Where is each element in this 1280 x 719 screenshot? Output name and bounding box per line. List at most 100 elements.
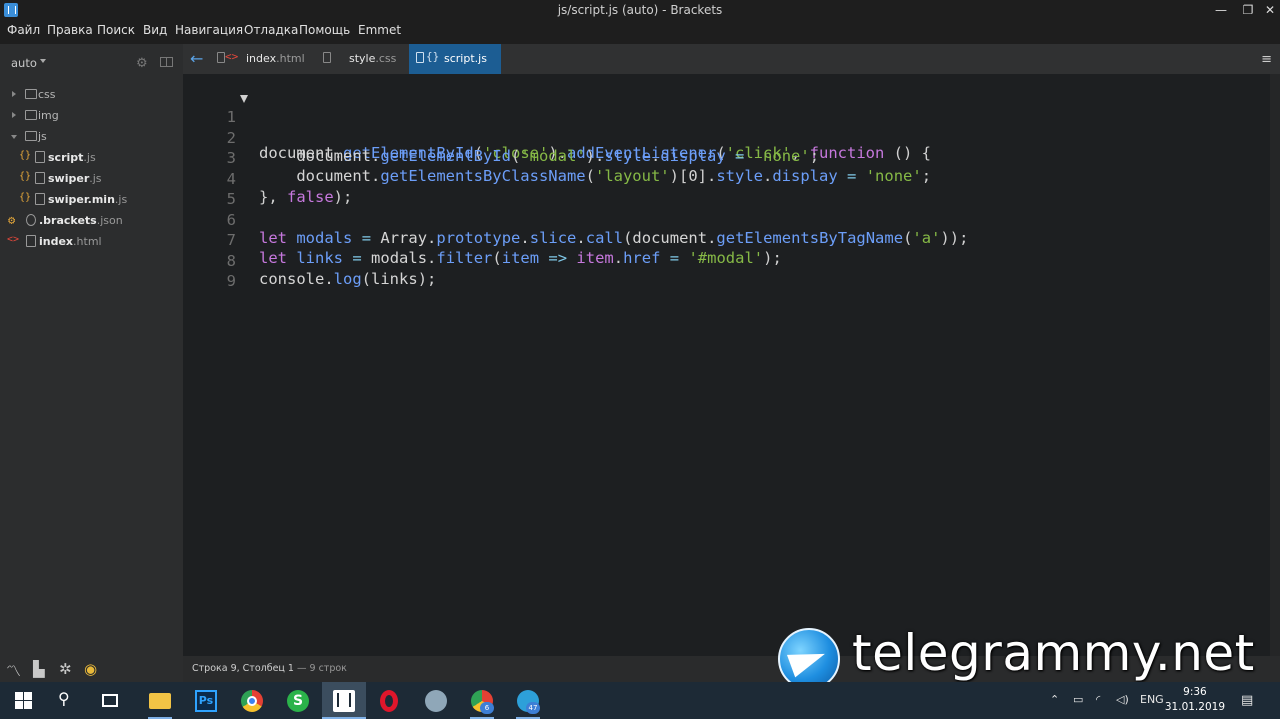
language-indicator[interactable]: ENG (1140, 693, 1164, 706)
eye-icon[interactable]: ◉ (84, 660, 97, 678)
tree-item-label: script.js (48, 151, 96, 164)
tree-folder-js[interactable]: js (0, 127, 183, 148)
menu-bar: Файл Правка Поиск Вид Навигация Отладка … (0, 20, 1280, 44)
volume-icon[interactable]: ◁) (1116, 693, 1129, 706)
code-line: 7 let links = modals.filter(item => item… (183, 213, 782, 267)
tree-item-label: css (38, 88, 56, 101)
menu-find[interactable]: Поиск (97, 23, 135, 37)
brackets-taskbar-icon[interactable] (333, 690, 355, 712)
file-icon (26, 214, 36, 226)
live-preview-chart-icon[interactable]: 〽 (6, 660, 21, 681)
notification-badge: 6 (480, 702, 494, 714)
wifi-icon[interactable]: ◜ (1096, 693, 1100, 706)
code-text: let links = modals.filter(item => item.h… (259, 249, 782, 267)
gear-icon[interactable]: ⚙ (136, 56, 148, 71)
notifications-icon[interactable]: ▤ (1241, 693, 1253, 708)
gear-icon: ⚙ (8, 213, 16, 227)
minimize-button[interactable]: — (1206, 1, 1236, 19)
clock-date: 31.01.2019 (1164, 701, 1225, 713)
code-line: 6 let modals = Array.prototype.slice.cal… (183, 193, 969, 247)
tab-script-js[interactable]: {} script.js (409, 44, 501, 74)
tree-folder-css[interactable]: css (0, 85, 183, 106)
photoshop-icon[interactable]: Ps (195, 690, 217, 712)
taskbar: ⚲ Ps S 6 47 ⌃ ▭ ◜ ◁) ENG 9:36 31.01.2019… (0, 682, 1280, 719)
fold-arrow-icon[interactable] (240, 95, 248, 103)
magic-wand-icon[interactable]: ✲ (59, 660, 72, 678)
menu-edit[interactable]: Правка (47, 23, 93, 37)
code-editor[interactable]: 1 document.getElementById('close').addEv… (183, 74, 1270, 656)
tree-file-swiper-min-js[interactable]: {} swiper.min.js (0, 190, 183, 211)
file-icon (35, 151, 45, 163)
task-view-icon[interactable] (102, 694, 118, 707)
file-icon (26, 235, 36, 247)
tab-label: script.js (444, 52, 487, 65)
js-file-icon: {} (19, 150, 32, 161)
tab-bar: ← <> index.html style.css {} script.js ≡ (183, 44, 1280, 74)
clock[interactable]: 9:36 31.01.2019 (1165, 685, 1225, 715)
menu-navigate[interactable]: Навигация (175, 23, 243, 37)
code-line: 8 console.log(links); (183, 234, 437, 288)
file-icon (416, 52, 424, 63)
menu-file[interactable]: Файл (7, 23, 40, 37)
js-file-icon: {} (426, 50, 440, 63)
windows-start-icon[interactable] (13, 690, 35, 712)
js-file-icon: {} (19, 192, 32, 203)
network-icon[interactable]: ▭ (1073, 693, 1083, 706)
telegram-logo-icon (778, 628, 840, 690)
tab-index-html[interactable]: <> index.html (211, 44, 311, 74)
menu-debug[interactable]: Отладка (244, 23, 298, 37)
folder-icon (25, 89, 37, 99)
notification-badge: 47 (526, 702, 540, 714)
opera-icon[interactable] (380, 690, 398, 712)
html-file-icon: <> (225, 50, 239, 63)
file-explorer-icon[interactable] (149, 693, 171, 709)
hamburger-menu-icon[interactable]: ≡ (1261, 52, 1272, 67)
extension-icon[interactable]: ▙ (33, 660, 45, 678)
split-view-icon[interactable] (160, 57, 173, 67)
code-line: 2 document.getElementById('modal').style… (183, 111, 819, 165)
tab-style-css[interactable]: style.css (315, 44, 405, 74)
title-bar: js/script.js (auto) - Brackets — ❐ ✕ (0, 0, 1280, 20)
menu-emmet[interactable]: Emmet (358, 23, 401, 37)
tree-file-brackets-json[interactable]: ⚙ .brackets.json (0, 211, 183, 232)
cursor-position: Строка 9, Столбец 1 — 9 строк (192, 663, 347, 674)
watermark-text: telegrammy.net (852, 624, 1255, 682)
menu-help[interactable]: Помощь (299, 23, 350, 37)
editor-scrollbar[interactable] (1270, 74, 1280, 656)
tree-item-label: .brackets.json (39, 214, 123, 227)
tree-file-script-js[interactable]: {} script.js (0, 148, 183, 169)
chrome-icon[interactable] (241, 690, 263, 712)
tree-file-swiper-js[interactable]: {} swiper.js (0, 169, 183, 190)
file-icon (323, 52, 331, 63)
code-line: 1 document.getElementById('close').addEv… (183, 90, 931, 162)
chevron-right-icon (12, 91, 16, 97)
project-dropdown[interactable]: auto (11, 56, 37, 70)
tree-folder-img[interactable]: img (0, 106, 183, 127)
js-file-icon: {} (19, 171, 32, 182)
code-text: }, false); (259, 187, 353, 206)
html-file-icon: <> (7, 234, 20, 245)
folder-open-icon (25, 131, 37, 141)
search-icon[interactable]: ⚲ (58, 689, 80, 711)
code-text: console.log(links); (259, 269, 437, 288)
tree-item-label: js (38, 130, 47, 143)
folder-icon (25, 110, 37, 120)
tab-label: style.css (349, 52, 397, 65)
code-text: document.getElementById('modal').style.d… (296, 146, 820, 165)
tab-label: index.html (246, 52, 305, 65)
chevron-right-icon (12, 112, 16, 118)
tray-chevron-up-icon[interactable]: ⌃ (1050, 693, 1059, 706)
code-line: 9 (183, 254, 236, 290)
line-number: 9 (226, 272, 236, 290)
menu-view[interactable]: Вид (143, 23, 167, 37)
tree-item-label: swiper.min.js (48, 193, 128, 206)
close-button[interactable]: ✕ (1255, 1, 1280, 19)
skype-s-icon[interactable]: S (287, 690, 309, 712)
paint-icon[interactable] (425, 690, 447, 712)
chevron-down-icon (11, 135, 17, 139)
tree-item-label: index.html (39, 235, 102, 248)
chevron-down-icon[interactable] (40, 59, 46, 63)
back-arrow-icon[interactable]: ← (190, 49, 203, 68)
file-icon (35, 172, 45, 184)
tree-file-index-html[interactable]: <> index.html (0, 232, 183, 253)
